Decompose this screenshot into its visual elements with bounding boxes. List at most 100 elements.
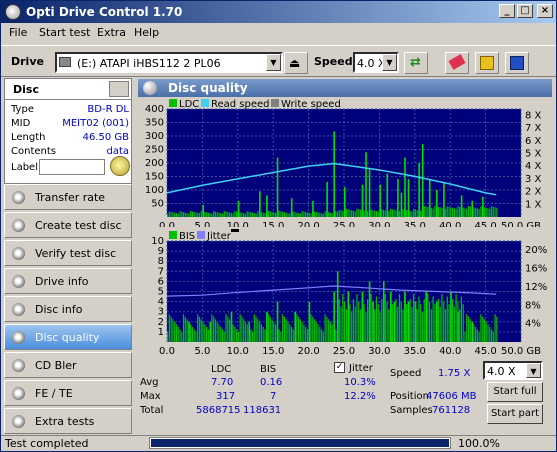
ldc-bar	[227, 212, 229, 217]
menu-start-test[interactable]: Start test	[39, 26, 91, 39]
ldc-bar	[264, 213, 266, 217]
ldc-bar	[409, 210, 411, 217]
maximize-icon[interactable]: □	[517, 4, 533, 18]
bis-bar	[218, 324, 220, 342]
ldc-spike	[404, 157, 406, 217]
ldc-spike	[290, 198, 293, 217]
start-full-button[interactable]: Start full	[487, 382, 543, 402]
total-label: Total	[140, 405, 164, 416]
bis-bar	[384, 294, 386, 342]
menu-file[interactable]: File	[9, 26, 27, 39]
status-text: Test completed	[5, 437, 89, 450]
ldc-bar	[469, 206, 471, 217]
bis-bar	[430, 309, 432, 342]
bis-spike	[276, 301, 279, 342]
ldc-bar	[324, 211, 326, 217]
nav-cd-bler[interactable]: CD Bler	[4, 352, 132, 378]
ldc-bar	[359, 209, 362, 217]
nav-disc-quality[interactable]: Disc quality	[4, 324, 132, 350]
ldc-bar	[228, 212, 231, 217]
ldc-spike	[237, 200, 240, 217]
panel-title-bar: Disc quality	[138, 79, 552, 97]
ldc-spike	[202, 204, 204, 217]
nav-fe-te[interactable]: FE / TE	[4, 380, 132, 406]
nav-create-test-disc[interactable]: Create test disc	[4, 212, 132, 238]
ldc-bar	[372, 209, 374, 217]
bis-spike	[368, 281, 371, 342]
chevron-down-icon[interactable]: ▼	[382, 54, 397, 71]
y-right-tick-label: 16%	[525, 264, 547, 275]
drive-select-value: (E:) ATAPI iHBS112 2 PL06	[77, 57, 221, 70]
bis-bar	[335, 329, 337, 342]
close-icon[interactable]: ×	[537, 4, 553, 18]
bis-bar	[267, 314, 270, 342]
progress-fill	[151, 439, 449, 447]
bis-bar	[395, 299, 397, 342]
start-part-button[interactable]: Start part	[487, 404, 543, 424]
eject-button[interactable]: ⏏	[284, 52, 308, 74]
eject-icon: ⏏	[289, 56, 301, 70]
refresh-icon: ⇄	[410, 55, 421, 70]
bis-bar	[214, 319, 216, 342]
bis-bar	[496, 316, 498, 342]
ldc-bar	[260, 212, 263, 217]
panel-title: Disc quality	[168, 81, 248, 95]
drive-select[interactable]: (E:) ATAPI iHBS112 2 PL06 ▼	[55, 52, 283, 73]
bis-spike	[347, 291, 350, 342]
speed-label: Speed	[314, 55, 353, 68]
jitter-checkbox[interactable]: ✓	[334, 362, 345, 373]
bis-bar	[197, 314, 199, 342]
refresh-button[interactable]: ⇄	[404, 52, 428, 74]
test-speed-select[interactable]: 4.0 X ▼	[483, 361, 543, 380]
disc-panel-toggle[interactable]	[109, 81, 129, 97]
bis-bar	[474, 326, 477, 342]
y-right-tick-label: 5 X	[525, 148, 542, 159]
bis-bar	[342, 294, 344, 342]
menu-extra[interactable]: Extra	[97, 26, 126, 39]
y-tick-label: 50	[151, 199, 164, 210]
type-label: Type	[11, 104, 34, 115]
ldc-bar	[184, 212, 186, 217]
ldc-bar	[297, 213, 300, 217]
ldc-bar	[181, 211, 183, 217]
bis-bar	[202, 321, 204, 342]
test-speed-value: 4.0 X	[487, 365, 516, 378]
ldc-spike	[365, 152, 367, 217]
bis-bar	[175, 324, 178, 342]
ldc-bar	[186, 213, 188, 217]
title-bar: Opti Drive Control 1.70 _ □ ×	[1, 1, 556, 23]
save-button[interactable]	[505, 52, 529, 74]
bis-bar	[453, 306, 455, 342]
bis-spike	[248, 321, 251, 342]
bis-bar	[207, 329, 209, 342]
bis-bar	[317, 324, 319, 342]
label-input[interactable]	[39, 159, 105, 175]
speed-select[interactable]: 4.0 X ▼	[353, 52, 399, 73]
y-tick-label: 300	[145, 131, 164, 142]
disc-panel-header: Disc	[4, 78, 132, 100]
label-disc-icon[interactable]	[110, 156, 130, 176]
chevron-down-icon[interactable]: ▼	[266, 54, 281, 71]
ldc-bar	[352, 210, 355, 217]
chevron-down-icon[interactable]: ▼	[526, 363, 541, 378]
bis-bar	[255, 316, 257, 342]
bis-bar	[340, 306, 342, 342]
nav-drive-info[interactable]: Drive info	[4, 268, 132, 294]
nav-verify-test-disc[interactable]: Verify test disc	[4, 240, 132, 266]
menu-help[interactable]: Help	[134, 26, 159, 39]
y-right-tick-label: 3 X	[525, 174, 542, 185]
nav-extra-tests[interactable]: Extra tests	[4, 408, 132, 434]
ldc-spike	[333, 131, 335, 217]
nav-disc-info[interactable]: Disc info	[4, 296, 132, 322]
nav-transfer-rate[interactable]: Transfer rate	[4, 184, 132, 210]
ldc-spike	[436, 190, 438, 217]
y-tick-label: 250	[145, 145, 164, 156]
erase-button[interactable]	[445, 52, 469, 74]
ldc-spike	[407, 179, 410, 217]
bis-bar	[322, 331, 324, 342]
legend-jitter-swatch	[197, 231, 205, 239]
copy-button[interactable]	[475, 52, 499, 74]
bis-bar	[478, 331, 480, 342]
minimize-icon[interactable]: _	[499, 4, 515, 18]
ldc-bar	[473, 207, 475, 217]
